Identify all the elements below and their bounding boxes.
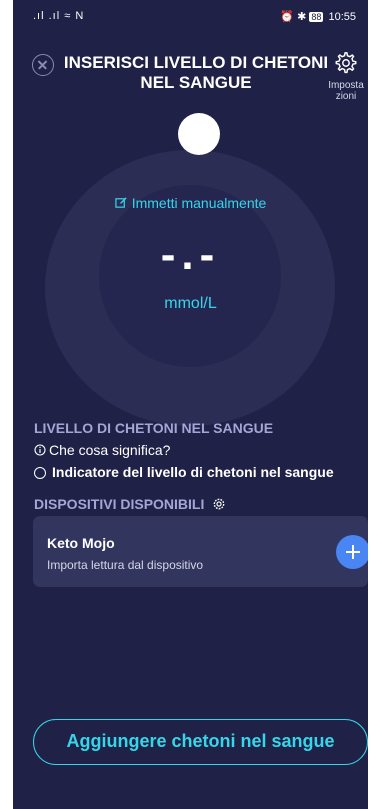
dial-knob[interactable]: [178, 113, 220, 155]
what-means-link[interactable]: Che cosa significa?: [34, 442, 170, 458]
status-right: ⏰ ✱ 88 10:55: [280, 10, 356, 23]
device-subtitle: Importa lettura dal dispositivo: [47, 558, 204, 572]
bluetooth-icon: ✱: [297, 11, 307, 23]
what-means-label: Che cosa significa?: [49, 442, 171, 458]
alarm-icon: ⏰: [280, 11, 295, 23]
edit-icon: [115, 197, 127, 208]
app-screen: .ıl .ıl ≈ N ⏰ ✱ 88 10:55 INSERISCI LIVEL…: [13, 0, 368, 809]
gear-icon[interactable]: [212, 497, 226, 511]
device-name: Keto Mojo: [47, 535, 115, 551]
device-card-keto-mojo[interactable]: Keto Mojo Importa lettura dal dispositiv…: [33, 516, 368, 587]
indicator-label: Indicatore del livello di chetoni nel sa…: [52, 464, 334, 480]
page-title: INSERISCI LIVELLO DI CHETONI NEL SANGUE: [63, 53, 329, 92]
indicator-option[interactable]: Indicatore del livello di chetoni nel sa…: [34, 464, 334, 480]
status-bar: .ıl .ıl ≈ N ⏰ ✱ 88 10:55: [13, 0, 368, 34]
devices-title-label: DISPOSITIVI DISPONIBILI: [34, 496, 205, 512]
close-button[interactable]: [32, 54, 54, 76]
info-icon: [34, 444, 46, 456]
radio-button[interactable]: [34, 467, 46, 479]
signal-icons: .ıl .ıl ≈ N: [33, 10, 85, 22]
ketone-reading: -.-: [160, 230, 221, 279]
ketone-section-title: LIVELLO DI CHETONI NEL SANGUE: [34, 420, 274, 436]
add-device-button[interactable]: [336, 535, 368, 569]
clock: 10:55: [328, 11, 356, 23]
settings-label: Imposta zioni: [328, 80, 364, 102]
manual-entry-label: Immetti manualmente: [131, 195, 267, 211]
settings-button[interactable]: Imposta zioni: [326, 52, 366, 102]
unit-label: mmol/L: [164, 295, 217, 312]
add-ketones-button[interactable]: Aggiungere chetoni nel sangue: [33, 719, 368, 765]
battery-icon: 88: [309, 12, 324, 22]
gear-icon: [335, 52, 357, 74]
manual-entry-link[interactable]: Immetti manualmente: [13, 195, 368, 211]
devices-section-title: DISPOSITIVI DISPONIBILI: [34, 496, 226, 512]
